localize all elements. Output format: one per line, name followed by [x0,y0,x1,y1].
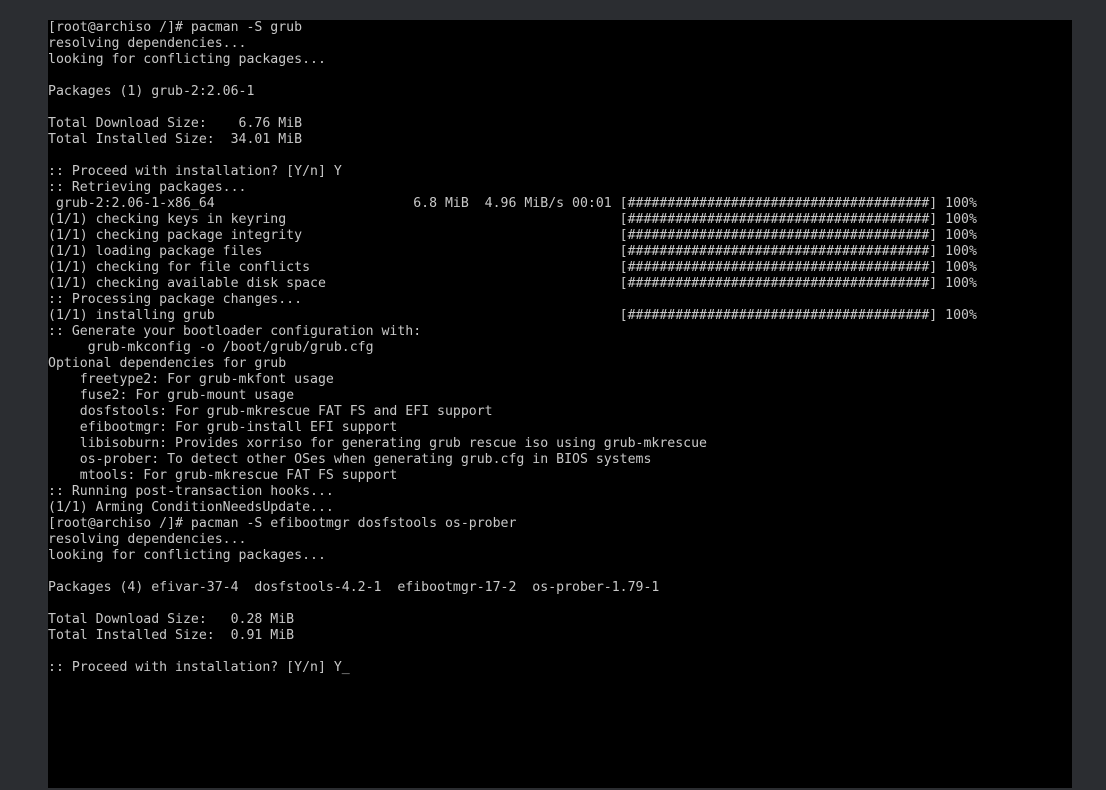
terminal-line: Total Download Size: 6.76 MiB [48,116,303,131]
terminal-line: os-prober: To detect other OSes when gen… [48,452,652,467]
terminal-line: resolving dependencies... [48,532,247,547]
terminal-line: (1/1) installing grub [#################… [48,308,977,323]
terminal-line: Packages (1) grub-2:2.06-1 [48,84,255,99]
terminal-line: grub-mkconfig -o /boot/grub/grub.cfg [48,340,374,355]
terminal-line: (1/1) Arming ConditionNeedsUpdate... [48,500,334,515]
text-cursor: _ [341,660,350,675]
terminal-line: (1/1) checking for file conflicts [#####… [48,260,977,275]
terminal-line: (1/1) checking keys in keyring [########… [48,212,977,227]
terminal-line: dosfstools: For grub-mkrescue FAT FS and… [48,404,493,419]
terminal-line: :: Retrieving packages... [48,180,247,195]
terminal-line: (1/1) loading package files [###########… [48,244,977,259]
terminal-line: mtools: For grub-mkrescue FAT FS support [48,468,398,483]
terminal-line: (1/1) checking available disk space [###… [48,276,977,291]
terminal-line: freetype2: For grub-mkfont usage [48,372,334,387]
terminal-console[interactable]: [root@archiso /]# pacman -S grub resolvi… [48,20,1072,788]
prompt-text: :: Proceed with installation? [Y/n] Y [48,660,342,675]
terminal-line: [root@archiso /]# pacman -S efibootmgr d… [48,516,517,531]
terminal-line: :: Proceed with installation? [Y/n] Y [48,164,342,179]
terminal-line: efibootmgr: For grub-install EFI support [48,420,398,435]
terminal-line: Total Installed Size: 34.01 MiB [48,132,303,147]
terminal-line: :: Processing package changes... [48,292,303,307]
terminal-line: fuse2: For grub-mount usage [48,388,295,403]
terminal-line: Total Installed Size: 0.91 MiB [48,628,295,643]
terminal-line: Packages (4) efivar-37-4 dosfstools-4.2-… [48,580,660,595]
terminal-line: :: Generate your bootloader configuratio… [48,324,422,339]
terminal-line: [root@archiso /]# pacman -S grub [48,20,303,35]
terminal-line: resolving dependencies... [48,36,247,51]
terminal-line: looking for conflicting packages... [48,548,326,563]
terminal-line: :: Running post-transaction hooks... [48,484,334,499]
terminal-prompt-line[interactable]: :: Proceed with installation? [Y/n] Y_ [48,660,350,676]
terminal-line: Optional dependencies for grub [48,356,287,371]
terminal-line: Total Download Size: 0.28 MiB [48,612,295,627]
terminal-line: looking for conflicting packages... [48,52,326,67]
terminal-line: libisoburn: Provides xorriso for generat… [48,436,707,451]
terminal-line: grub-2:2.06-1-x86_64 6.8 MiB 4.96 MiB/s … [48,196,977,211]
terminal-line: (1/1) checking package integrity [######… [48,228,977,243]
